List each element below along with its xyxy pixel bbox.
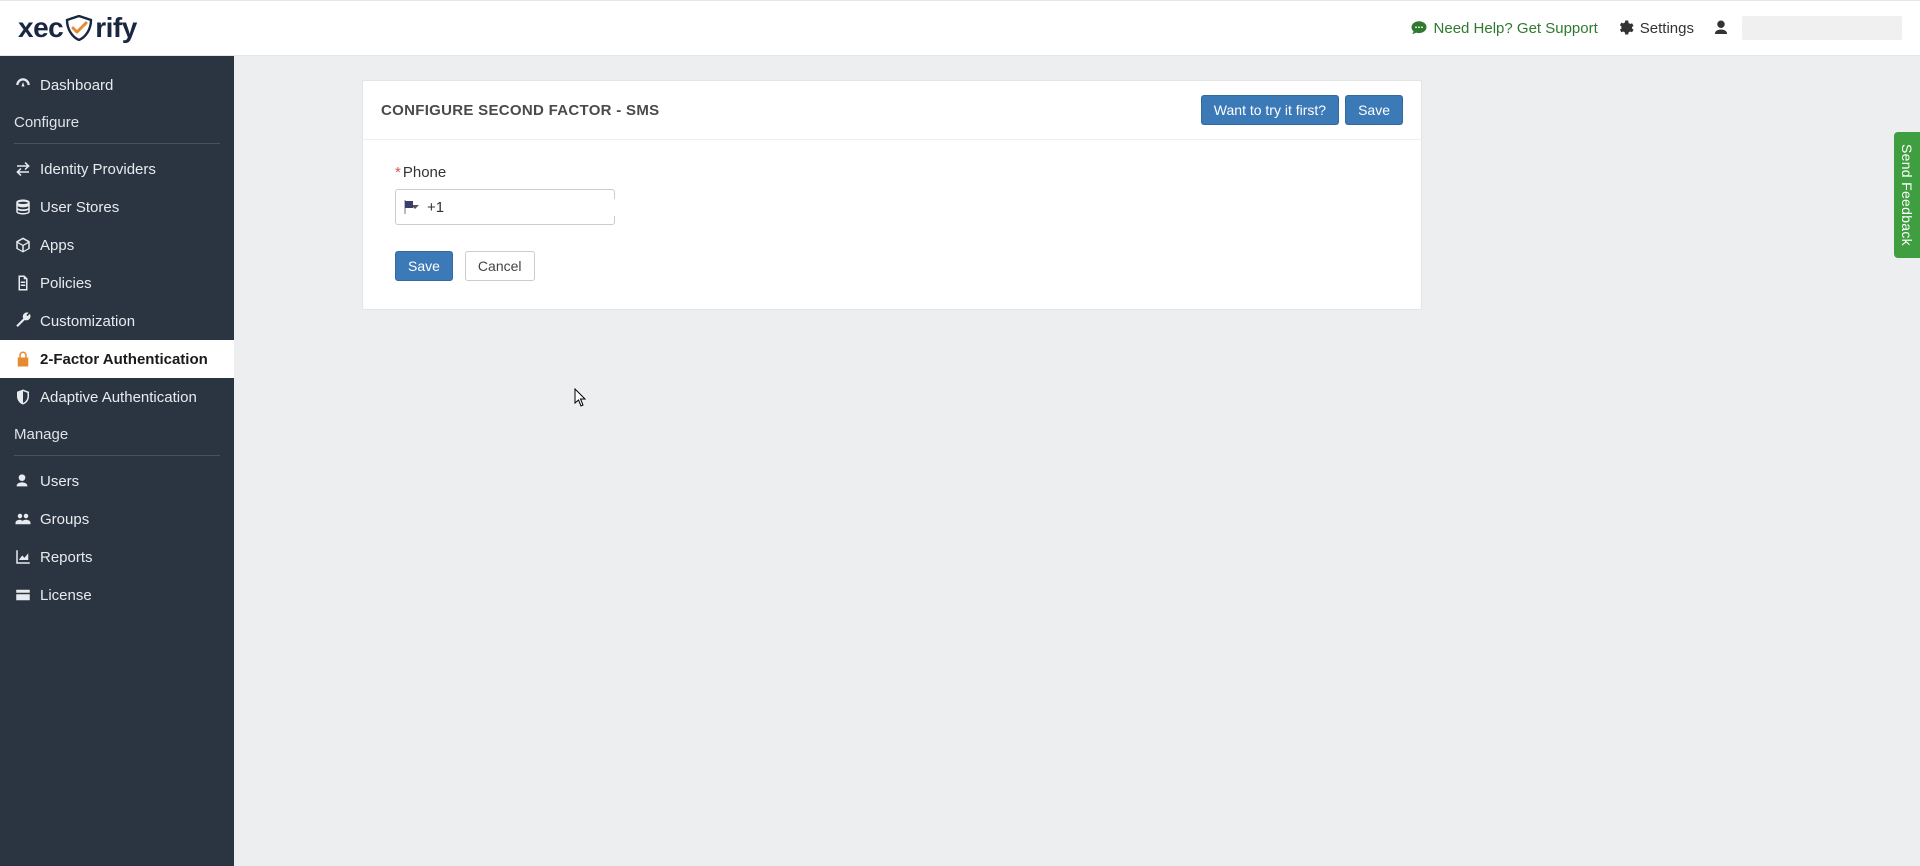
- sidebar-item-identity-providers[interactable]: Identity Providers: [0, 150, 234, 188]
- sidebar-section-manage: Manage: [0, 416, 234, 451]
- try-first-button[interactable]: Want to try it first?: [1201, 95, 1339, 125]
- sidebar-item-adaptive-auth[interactable]: Adaptive Authentication: [0, 378, 234, 416]
- gear-icon: [1616, 19, 1634, 37]
- phone-input[interactable]: [427, 199, 626, 216]
- save-top-button[interactable]: Save: [1345, 95, 1403, 125]
- sidebar-label: Apps: [40, 237, 74, 254]
- settings-link[interactable]: Settings: [1616, 19, 1694, 37]
- brand-text-post: rify: [95, 12, 137, 44]
- main-content: CONFIGURE SECOND FACTOR - SMS Want to tr…: [234, 56, 1920, 866]
- database-icon: [14, 198, 40, 216]
- user-icon: [14, 473, 40, 489]
- sidebar-divider: [14, 143, 220, 144]
- required-asterisk: *: [395, 164, 401, 181]
- sidebar-label: User Stores: [40, 199, 119, 216]
- sidebar: Dashboard Configure Identity Providers U…: [0, 56, 234, 866]
- card-icon: [14, 586, 40, 604]
- lock-icon: [14, 350, 40, 368]
- sidebar-item-dashboard[interactable]: Dashboard: [0, 66, 234, 104]
- sidebar-item-2fa[interactable]: 2-Factor Authentication: [0, 340, 234, 378]
- phone-label-text: Phone: [403, 164, 446, 181]
- sidebar-item-user-stores[interactable]: User Stores: [0, 188, 234, 226]
- document-icon: [14, 274, 40, 292]
- users-icon: [14, 510, 40, 528]
- sidebar-label: 2-Factor Authentication: [40, 351, 208, 368]
- brand-text-pre: xec: [18, 12, 63, 44]
- wrench-icon: [14, 312, 40, 330]
- phone-input-group[interactable]: [395, 189, 615, 225]
- form-actions: Save Cancel: [395, 251, 1389, 281]
- panel-title: CONFIGURE SECOND FACTOR - SMS: [381, 102, 659, 119]
- sidebar-item-apps[interactable]: Apps: [0, 226, 234, 264]
- user-menu[interactable]: [1712, 16, 1902, 40]
- settings-label: Settings: [1640, 20, 1694, 37]
- dashboard-icon: [14, 76, 40, 94]
- sidebar-item-groups[interactable]: Groups: [0, 500, 234, 538]
- sidebar-section-configure: Configure: [0, 104, 234, 139]
- sidebar-label: Policies: [40, 275, 92, 292]
- phone-label: *Phone: [395, 164, 1389, 181]
- send-feedback-tab[interactable]: Send Feedback: [1894, 132, 1920, 258]
- sidebar-item-reports[interactable]: Reports: [0, 538, 234, 576]
- us-flag-icon[interactable]: [404, 200, 406, 214]
- sidebar-item-policies[interactable]: Policies: [0, 264, 234, 302]
- chat-icon: [1410, 19, 1428, 37]
- shield-icon: [14, 388, 40, 406]
- sidebar-label: License: [40, 587, 92, 604]
- sidebar-label: Dashboard: [40, 77, 113, 94]
- exchange-icon: [14, 160, 40, 178]
- sidebar-label: Identity Providers: [40, 161, 156, 178]
- config-panel: CONFIGURE SECOND FACTOR - SMS Want to tr…: [362, 80, 1422, 310]
- sidebar-label: Users: [40, 473, 79, 490]
- shield-check-icon: [65, 15, 93, 41]
- help-support-link[interactable]: Need Help? Get Support: [1410, 19, 1598, 37]
- sidebar-item-users[interactable]: Users: [0, 462, 234, 500]
- username-redacted: [1742, 16, 1902, 40]
- panel-header: CONFIGURE SECOND FACTOR - SMS Want to tr…: [363, 81, 1421, 140]
- help-support-label: Need Help? Get Support: [1434, 20, 1598, 37]
- sidebar-label: Groups: [40, 511, 89, 528]
- save-button[interactable]: Save: [395, 251, 453, 281]
- topbar: xec rify Need Help? Get Support Settings: [0, 0, 1920, 56]
- sidebar-item-customization[interactable]: Customization: [0, 302, 234, 340]
- sidebar-divider: [14, 455, 220, 456]
- panel-body: *Phone Save Cancel: [363, 140, 1421, 309]
- sidebar-label: Reports: [40, 549, 93, 566]
- sidebar-label: Customization: [40, 313, 135, 330]
- sidebar-item-license[interactable]: License: [0, 576, 234, 614]
- sidebar-label: Adaptive Authentication: [40, 389, 197, 406]
- user-icon: [1712, 19, 1730, 37]
- brand-logo[interactable]: xec rify: [18, 12, 137, 44]
- cancel-button[interactable]: Cancel: [465, 251, 535, 281]
- chart-icon: [14, 548, 40, 566]
- cube-icon: [14, 236, 40, 254]
